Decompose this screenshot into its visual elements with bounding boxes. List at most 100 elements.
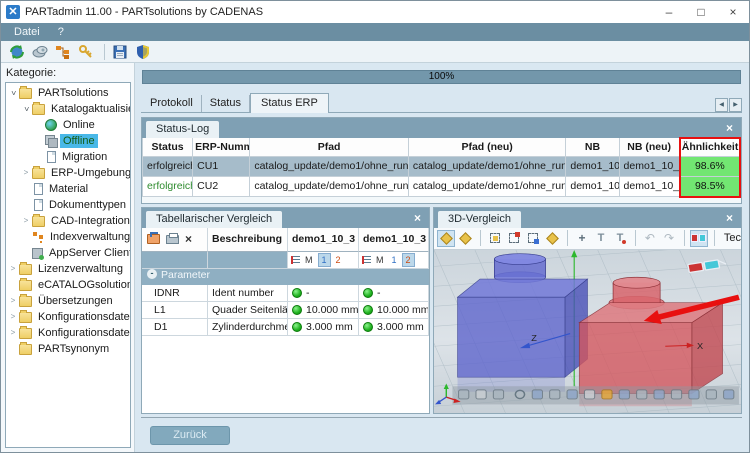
save-icon[interactable]: [110, 43, 130, 61]
pin-icon[interactable]: T: [592, 230, 610, 247]
tree-item-label: Material: [46, 182, 91, 196]
tree-item-online[interactable]: > Online: [6, 117, 130, 133]
param-value: -: [306, 287, 310, 299]
list-view-icon[interactable]: [291, 256, 300, 264]
tab-status-erp[interactable]: Status ERP: [250, 93, 329, 113]
expand-arrow-icon[interactable]: >: [8, 296, 18, 306]
remove-icon[interactable]: ×: [185, 232, 192, 246]
toolbar-separator: [684, 230, 685, 246]
status-log-tab[interactable]: Status-Log: [146, 121, 219, 138]
tree-item-katalogaktualisierung[interactable]: > Katalogaktualisierung: [6, 101, 130, 117]
select-all-icon[interactable]: [486, 230, 504, 247]
tree-item-appserver-client[interactable]: > AppServer Client: [6, 245, 130, 261]
table-compare-tab[interactable]: Tabellarischer Vergleich: [146, 211, 282, 228]
tree-item-cad-integration[interactable]: > CAD-Integration: [6, 213, 130, 229]
tab-scroll-right-icon[interactable]: ▶: [729, 98, 742, 112]
print-icon[interactable]: [166, 235, 179, 244]
select-removed-icon[interactable]: [524, 230, 542, 247]
server-icon: [32, 248, 43, 259]
close-button[interactable]: ×: [717, 2, 749, 22]
update-catalog-icon[interactable]: [7, 43, 27, 61]
col-version-b[interactable]: demo1_10_3: [359, 228, 429, 252]
status-log-close-icon[interactable]: ×: [726, 121, 741, 138]
viewer3d-tab[interactable]: 3D-Vergleich: [438, 211, 521, 228]
mode-m-button[interactable]: M: [373, 254, 387, 266]
tab-protokoll[interactable]: Protokoll: [142, 95, 202, 112]
tree-item-partsolutions[interactable]: > PARTsolutions: [6, 85, 130, 101]
security-shield-icon[interactable]: [133, 43, 153, 61]
col-aehnlichkeit[interactable]: Ähnlichkeit: [679, 138, 740, 156]
view-2-button[interactable]: 2: [402, 253, 415, 267]
table-compare-close-icon[interactable]: ×: [414, 211, 429, 228]
tree-item-ecatalogsolutions[interactable]: > eCATALOGsolutions: [6, 277, 130, 293]
highlight-icon[interactable]: [543, 230, 561, 247]
app-icon: ✕: [6, 5, 20, 19]
tree-item-material[interactable]: > Material: [6, 181, 130, 197]
menu-datei[interactable]: Datei: [5, 25, 49, 39]
param-row-d1[interactable]: D1 Zylinderdurchmesser 3.000 mm 3.000 mm: [142, 319, 429, 336]
offline-update-icon[interactable]: [30, 43, 50, 61]
expand-arrow-icon[interactable]: >: [21, 216, 31, 226]
view-1-button[interactable]: 1: [318, 253, 331, 267]
menu-help[interactable]: ?: [49, 25, 73, 39]
tree-item-offline[interactable]: > Offline: [6, 133, 130, 149]
view-1-button[interactable]: 1: [389, 254, 400, 266]
collapse-group-icon[interactable]: -: [147, 269, 157, 279]
col-pfad[interactable]: Pfad: [250, 138, 409, 156]
model-a-toggle-icon[interactable]: [437, 230, 455, 247]
viewport-toolbar[interactable]: [452, 386, 739, 404]
minimize-button[interactable]: –: [653, 2, 685, 22]
model-b-toggle-icon[interactable]: [456, 230, 474, 247]
viewer3d-close-icon[interactable]: ×: [726, 211, 741, 228]
tab-status[interactable]: Status: [202, 95, 250, 112]
col-nb[interactable]: NB: [566, 138, 619, 156]
col-erp-nummer[interactable]: ERP-Nummer: [193, 138, 250, 156]
mode-m-button[interactable]: M: [302, 254, 316, 266]
col-version-a[interactable]: demo1_10_3: [288, 228, 359, 252]
document-icon: [34, 199, 43, 211]
index-management-icon[interactable]: [53, 43, 73, 61]
list-view-icon[interactable]: [362, 256, 371, 264]
view-2-button[interactable]: 2: [333, 254, 344, 266]
param-row-idnr[interactable]: IDNR Ident number - -: [142, 285, 429, 302]
tab-scroll-left-icon[interactable]: ◀: [715, 98, 728, 112]
undo-icon[interactable]: ↶: [641, 230, 659, 247]
expand-arrow-icon[interactable]: >: [21, 104, 31, 114]
expand-arrow-icon[interactable]: >: [8, 88, 18, 98]
expand-arrow-icon[interactable]: >: [8, 312, 18, 322]
license-key-icon[interactable]: [76, 43, 96, 61]
table-row[interactable]: erfolgreich CU1 catalog_update/demo1/ohn…: [143, 156, 741, 176]
viewport-canvas[interactable]: Z X: [434, 250, 741, 414]
tree-item-migration[interactable]: > Migration: [6, 149, 130, 165]
tree-item-konfigurationsdateien[interactable]: > Konfigurationsdateien: [6, 309, 130, 325]
col-nb-neu[interactable]: NB (neu): [619, 138, 679, 156]
col-pfad-neu[interactable]: Pfad (neu): [408, 138, 566, 156]
tree-item-label: Online: [60, 118, 98, 132]
expand-arrow-icon[interactable]: >: [8, 264, 18, 274]
tree-item-partsynonym[interactable]: > PARTsynonym: [6, 341, 130, 357]
back-button[interactable]: Zurück: [150, 426, 230, 445]
col-status[interactable]: Status: [143, 138, 193, 156]
tree-item-dokumenttypen[interactable]: > Dokumenttypen: [6, 197, 130, 213]
maximize-button[interactable]: □: [685, 2, 717, 22]
center-view-icon[interactable]: +: [573, 230, 591, 247]
pin-marked-icon[interactable]: T: [611, 230, 629, 247]
export-icon[interactable]: [147, 234, 160, 244]
param-row-l1[interactable]: L1 Quader Seitenlänge 10.000 mm 10.000 m…: [142, 302, 429, 319]
tec-label[interactable]: Tec: [724, 232, 741, 244]
tree-item-erp-umgebung[interactable]: > ERP-Umgebung: [6, 165, 130, 181]
status-log-header: Status-Log ×: [142, 118, 741, 138]
select-added-icon[interactable]: [505, 230, 523, 247]
anaglyph-3d-icon[interactable]: [690, 230, 708, 247]
expand-arrow-icon[interactable]: >: [8, 328, 18, 338]
tree-item-lizenzverwaltung[interactable]: > Lizenzverwaltung: [6, 261, 130, 277]
tree-item-uebersetzungen[interactable]: > Übersetzungen: [6, 293, 130, 309]
expand-arrow-icon[interactable]: >: [21, 168, 31, 178]
parameter-group-row[interactable]: - Parameter: [142, 269, 429, 285]
redo-icon[interactable]: ↷: [660, 230, 678, 247]
table-row[interactable]: erfolgreich CU2 catalog_update/demo1/ohn…: [143, 176, 741, 196]
tree-item-konfigurationsdateien-v2[interactable]: > Konfigurationsdateien (V2: [6, 325, 130, 341]
viewer3d-viewport[interactable]: Z X: [434, 250, 741, 414]
tree-item-indexverwaltung[interactable]: > Indexverwaltung: [6, 229, 130, 245]
col-beschreibung[interactable]: Beschreibung: [208, 228, 288, 252]
